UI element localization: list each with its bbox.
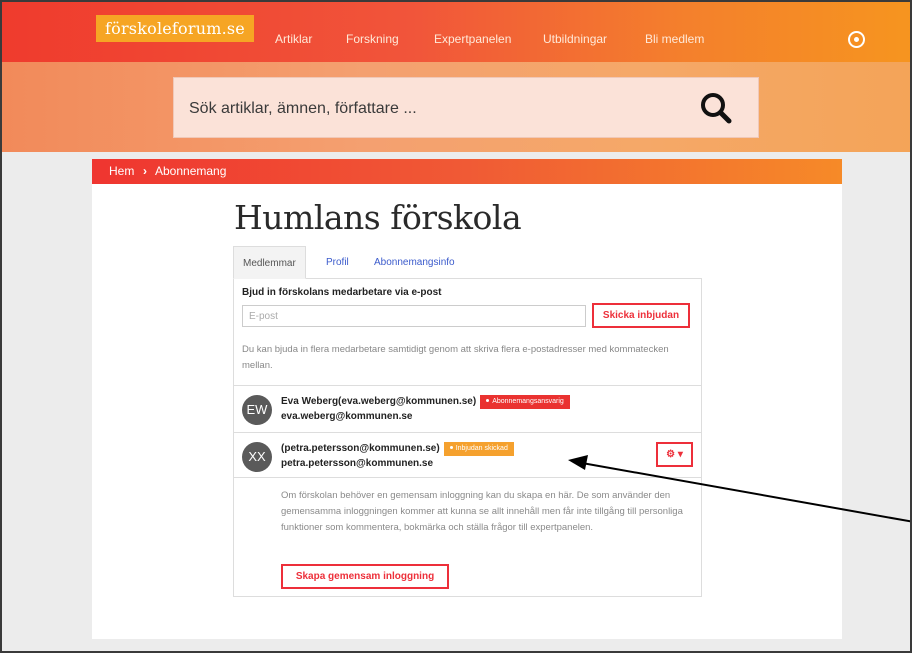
browser-frame: förskoleforum.se Artiklar Forskning Expe… <box>0 0 912 653</box>
annotation-arrow-icon <box>568 455 910 523</box>
